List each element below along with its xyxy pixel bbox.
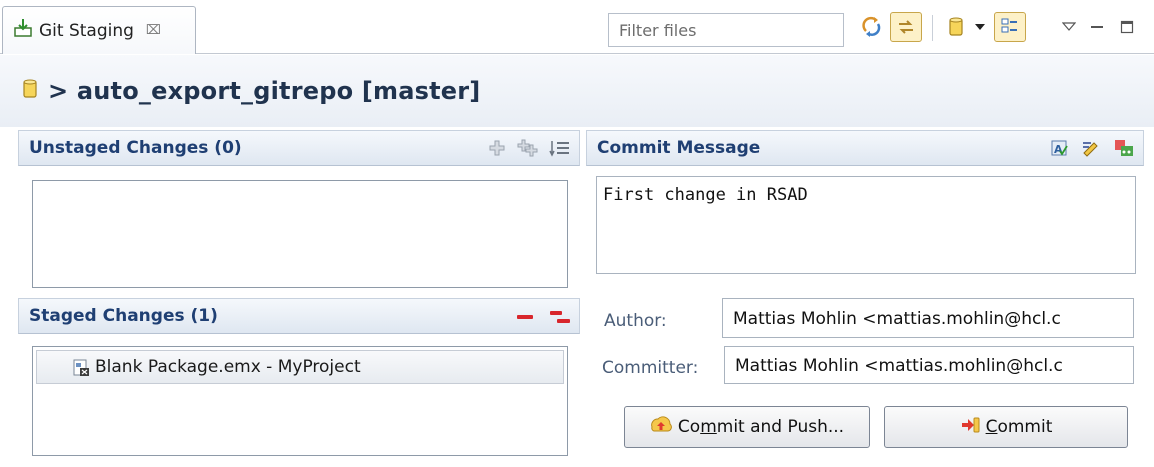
spell-check-icon[interactable]: A	[1049, 138, 1069, 163]
view-menu-icon[interactable]	[1058, 12, 1080, 42]
commit-message-title: Commit Message	[597, 138, 761, 158]
remove-from-index-icon[interactable]	[515, 308, 535, 331]
model-file-icon	[71, 358, 91, 383]
tab-label: Git Staging	[39, 20, 134, 41]
change-id-icon[interactable]	[1113, 138, 1135, 163]
commit-and-push-button[interactable]: Commit and Push...	[624, 406, 870, 448]
toolbar-separator	[932, 15, 933, 41]
staged-changes-header: Staged Changes (1)	[18, 298, 580, 334]
git-staging-tab[interactable]: Git Staging ⌧	[2, 6, 196, 54]
close-icon[interactable]: ⌧	[146, 23, 161, 38]
unstaged-changes-header: Unstaged Changes (0)	[18, 130, 580, 166]
commit-message-input[interactable]: First change in RSAD	[596, 176, 1136, 274]
author-field[interactable]: Mattias Mohlin <mattias.mohlin@hcl.c	[722, 298, 1134, 338]
unstaged-changes-title: Unstaged Changes (0)	[29, 138, 242, 158]
repository-icon[interactable]	[944, 12, 968, 42]
link-with-selection-icon[interactable]	[890, 12, 922, 42]
repository-title: > auto_export_gitrepo [master]	[48, 77, 481, 105]
repository-icon	[22, 77, 38, 106]
unstaged-changes-list[interactable]	[32, 180, 568, 288]
staged-item-label: Blank Package.emx - MyProject	[95, 357, 361, 377]
dropdown-arrow-icon[interactable]	[971, 12, 989, 42]
author-label: Author:	[604, 311, 667, 331]
git-staging-icon	[13, 18, 33, 43]
maximize-icon[interactable]	[1116, 12, 1138, 42]
commit-message-header: Commit Message A	[586, 130, 1144, 166]
sign-off-icon[interactable]	[1081, 138, 1101, 163]
remove-all-from-index-icon[interactable]	[549, 308, 571, 331]
staged-changes-list[interactable]: Blank Package.emx - MyProject	[32, 346, 568, 456]
list-item[interactable]: Blank Package.emx - MyProject	[36, 350, 564, 384]
commit-icon	[960, 416, 980, 439]
minimize-icon[interactable]	[1086, 12, 1108, 42]
commit-button[interactable]: Commit	[884, 406, 1128, 448]
presentation-layout-icon[interactable]	[994, 12, 1026, 42]
commit-push-icon	[650, 415, 672, 440]
staged-changes-title: Staged Changes (1)	[29, 306, 218, 326]
refresh-icon[interactable]	[858, 12, 886, 42]
add-to-index-icon[interactable]	[487, 138, 507, 163]
sort-list-icon[interactable]	[549, 138, 571, 163]
repository-header: > auto_export_gitrepo [master]	[0, 55, 1154, 127]
committer-field[interactable]: Mattias Mohlin <mattias.mohlin@hcl.c	[724, 346, 1134, 384]
committer-label: Committer:	[602, 358, 699, 378]
filter-files-input[interactable]	[608, 13, 844, 47]
add-all-to-index-icon[interactable]	[517, 138, 539, 163]
